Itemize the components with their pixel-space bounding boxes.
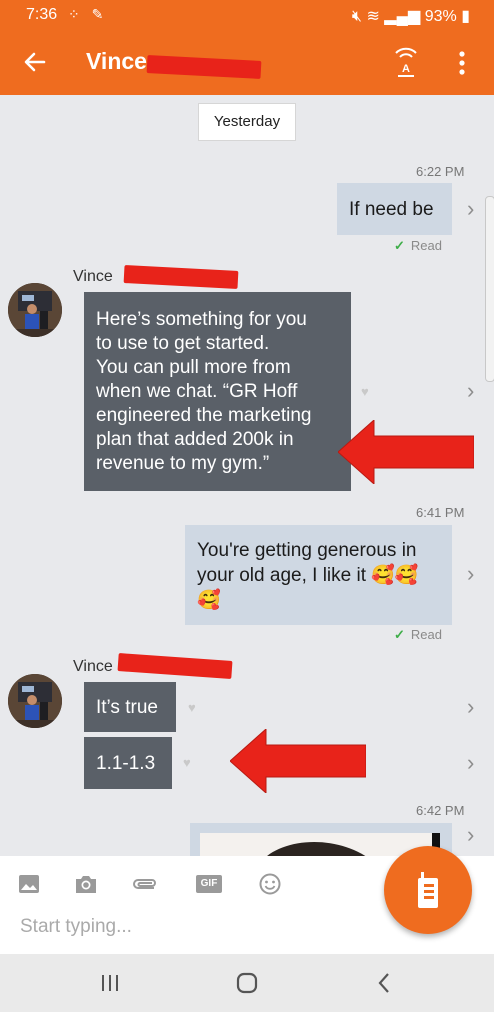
send-button[interactable] <box>384 846 472 934</box>
back-nav-icon[interactable] <box>377 972 391 999</box>
red-arrow-annotation <box>229 727 367 798</box>
message-text: Here’s something for you to use to get s… <box>96 308 311 476</box>
sender-name: Vince <box>73 658 113 675</box>
message-line: to use to get started. <box>96 333 270 354</box>
heart-icon[interactable]: ♥ <box>183 755 191 770</box>
redaction-mark <box>146 55 262 79</box>
emoji-icon[interactable] <box>259 873 281 900</box>
message-line: engineered the marketing <box>96 405 312 426</box>
redaction-mark <box>117 653 233 679</box>
navigation-bar <box>0 954 494 1012</box>
signal-icon: ▂▄▆ <box>384 8 421 25</box>
chevron-right-icon[interactable]: › <box>467 561 474 587</box>
home-icon[interactable] <box>236 972 258 999</box>
incoming-bubble[interactable]: 1.1-1.3 <box>84 737 172 789</box>
incoming-bubble[interactable]: Here’s something for you to use to get s… <box>84 292 351 491</box>
redaction-mark <box>123 265 239 289</box>
chevron-right-icon[interactable]: › <box>467 750 474 776</box>
message-line: You can pull more from <box>96 357 291 378</box>
wifi-icon: ≋ <box>366 8 380 25</box>
image-icon[interactable] <box>18 874 40 899</box>
back-arrow-icon[interactable] <box>22 49 48 75</box>
walkie-talkie-icon <box>418 872 438 908</box>
app-bar: Vince A <box>0 31 494 95</box>
mute-icon: 🔇︎ <box>351 8 362 25</box>
more-vert-icon[interactable] <box>452 49 472 77</box>
chevron-right-icon[interactable]: › <box>467 694 474 720</box>
message-text: If need be <box>349 199 434 220</box>
scrollbar[interactable] <box>485 196 494 382</box>
camera-icon[interactable] <box>74 874 98 899</box>
date-separator: Yesterday <box>198 103 296 141</box>
message-line: Here’s something for you <box>96 309 307 330</box>
heart-icon[interactable]: ♥ <box>188 700 196 715</box>
sender-name: Vince <box>73 268 113 285</box>
check-icon: ✓ <box>394 238 405 253</box>
wifi-calling-icon[interactable]: A <box>394 45 418 79</box>
read-receipt: ✓ Read <box>394 238 442 254</box>
message-input-placeholder[interactable]: Start typing... <box>20 916 132 938</box>
message-time: 6:41 PM <box>416 505 465 520</box>
svg-text:A: A <box>402 63 410 75</box>
battery-percent: 93% <box>424 8 457 25</box>
message-time: 6:42 PM <box>416 803 465 818</box>
paperclip-icon[interactable] <box>132 875 158 898</box>
outgoing-bubble[interactable]: You're getting generous in your old age,… <box>185 525 452 625</box>
message-line: plan that added 200k in <box>96 429 294 450</box>
read-status: Read <box>410 627 442 642</box>
message-line: You're getting generous in <box>197 540 417 561</box>
chevron-right-icon[interactable]: › <box>467 196 474 222</box>
message-line: 🥰 <box>197 590 221 611</box>
message-text: You're getting generous in your old age,… <box>197 538 419 613</box>
chevron-right-icon[interactable]: › <box>467 822 474 848</box>
recent-apps-icon[interactable] <box>100 974 120 997</box>
message-time: 6:22 PM <box>416 164 465 179</box>
read-receipt: ✓ Read <box>394 627 442 643</box>
incoming-bubble[interactable]: It’s true <box>84 682 176 732</box>
message-text: It’s true <box>96 697 158 718</box>
outgoing-bubble[interactable]: If need be <box>337 183 452 235</box>
notification-icons: ⁘ ✎ <box>68 6 108 22</box>
gif-icon[interactable]: GIF <box>196 875 222 893</box>
message-text: 1.1-1.3 <box>96 753 156 774</box>
chevron-right-icon[interactable]: › <box>467 378 474 404</box>
read-status: Read <box>410 238 442 253</box>
message-line: your old age, I like it 🥰🥰 <box>197 565 419 586</box>
heart-icon[interactable]: ♥ <box>361 384 369 399</box>
message-line: when we chat. “GR Hoff <box>96 381 298 402</box>
status-bar: 7:36 ⁘ ✎ 🔇︎ ≋ ▂▄▆ 93% ▮ <box>0 0 494 31</box>
avatar[interactable] <box>8 674 62 728</box>
status-time: 7:36 <box>26 6 58 23</box>
battery-icon: ▮ <box>461 8 470 25</box>
status-right: 🔇︎ ≋ ▂▄▆ 93% ▮ <box>352 6 470 26</box>
avatar[interactable] <box>8 283 62 337</box>
message-line: revenue to my gym.” <box>96 453 270 474</box>
check-icon: ✓ <box>394 627 405 642</box>
red-arrow-annotation <box>337 418 475 489</box>
contact-name[interactable]: Vince <box>86 48 147 75</box>
